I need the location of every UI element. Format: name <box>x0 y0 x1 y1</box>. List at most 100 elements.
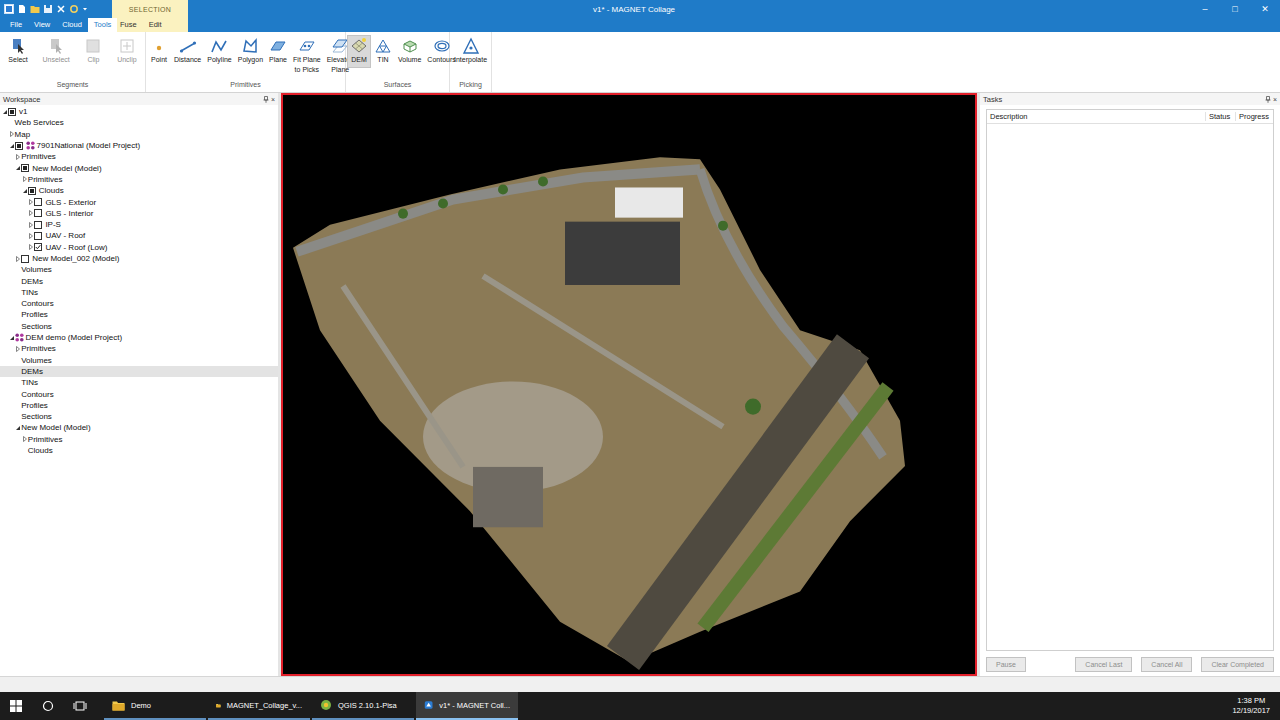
expand-arrow-icon[interactable] <box>22 176 28 182</box>
tree-item[interactable]: Primitives <box>0 434 278 445</box>
tree-item[interactable]: New Model (Model) <box>0 422 278 433</box>
tree-checkbox[interactable] <box>8 108 16 116</box>
search-button[interactable] <box>32 692 64 720</box>
tree-item[interactable]: DEMs <box>0 366 278 377</box>
taskbar-item[interactable]: Demo <box>104 692 206 720</box>
tree-checkbox[interactable] <box>21 255 29 263</box>
tree-item[interactable]: DEM demo (Model Project) <box>0 332 278 343</box>
ribbon-button[interactable]: Polyline <box>204 35 235 68</box>
tree-item[interactable]: Primitives <box>0 151 278 162</box>
ribbon-button[interactable]: Interpolate <box>451 35 490 68</box>
column-header[interactable]: Progress <box>1235 112 1273 121</box>
start-button[interactable] <box>0 692 32 720</box>
column-header[interactable]: Description <box>987 112 1205 121</box>
tree-checkbox[interactable] <box>34 198 42 206</box>
task-button[interactable]: Pause <box>986 657 1026 672</box>
3d-viewport[interactable] <box>281 93 977 676</box>
collapse-arrow-icon[interactable] <box>9 335 15 341</box>
taskbar-item[interactable]: QGIS 2.10.1-Pisa <box>312 692 414 720</box>
tree-item[interactable]: TINs <box>0 377 278 388</box>
window-control-button[interactable]: □ <box>1220 0 1250 18</box>
tree-item[interactable]: Clouds <box>0 185 278 196</box>
ribbon-button[interactable]: Contours <box>424 35 458 68</box>
tree-checkbox[interactable] <box>28 187 36 195</box>
ribbon-button[interactable]: Plane <box>266 35 290 68</box>
ribbon-button[interactable]: Point <box>147 35 171 68</box>
ribbon-button[interactable]: Clip <box>81 35 105 68</box>
ribbon-button[interactable]: TIN <box>371 35 395 68</box>
close-button[interactable]: × <box>1273 96 1277 103</box>
window-control-button[interactable]: – <box>1190 0 1220 18</box>
ribbon-button[interactable]: Polygon <box>235 35 266 68</box>
taskbar-item[interactable]: MAGNET_Collage_v... <box>208 692 310 720</box>
ribbon-button[interactable]: DEM <box>347 35 371 68</box>
ribbon-button[interactable]: Select <box>5 35 30 68</box>
tree-checkbox[interactable] <box>34 221 42 229</box>
point-cloud[interactable] <box>283 95 975 674</box>
tree-item[interactable]: Contours <box>0 388 278 399</box>
expand-arrow-icon[interactable] <box>15 346 21 352</box>
tree-checkbox[interactable] <box>34 209 42 217</box>
new-icon[interactable] <box>17 4 27 14</box>
tree-item[interactable]: Web Services <box>0 117 278 128</box>
settings-icon[interactable] <box>69 4 79 14</box>
tree-checkbox[interactable] <box>34 243 42 251</box>
tools-icon[interactable] <box>56 4 66 14</box>
column-header[interactable]: Status <box>1205 112 1235 121</box>
tree-item[interactable]: 7901National (Model Project) <box>0 140 278 151</box>
ribbon-button[interactable]: Fit Planeto Picks <box>290 35 324 77</box>
tree-item[interactable]: IP-S <box>0 219 278 230</box>
tree-checkbox[interactable] <box>34 232 42 240</box>
tree-item[interactable]: New Model_002 (Model) <box>0 253 278 264</box>
tree-item[interactable]: Primitives <box>0 343 278 354</box>
taskbar-item[interactable]: v1* - MAGNET Coll... <box>416 692 518 720</box>
tree-item[interactable]: Profiles <box>0 309 278 320</box>
open-icon[interactable] <box>30 4 40 14</box>
tree-item[interactable]: DEMs <box>0 275 278 286</box>
tree-item[interactable]: Map <box>0 129 278 140</box>
tree-item[interactable]: Profiles <box>0 400 278 411</box>
tree-item[interactable]: Sections <box>0 411 278 422</box>
tree-checkbox[interactable] <box>21 164 29 172</box>
tree-item[interactable]: Sections <box>0 321 278 332</box>
pin-icon[interactable] <box>263 96 269 103</box>
ribbon-button[interactable]: Unclip <box>114 35 139 68</box>
expand-arrow-icon[interactable] <box>22 436 28 442</box>
app-icon[interactable] <box>4 4 14 14</box>
tree-item[interactable]: Volumes <box>0 355 278 366</box>
task-button[interactable]: Cancel Last <box>1075 657 1132 672</box>
tree-item[interactable]: GLS - Interior <box>0 208 278 219</box>
window-control-button[interactable]: ✕ <box>1250 0 1280 18</box>
tree-item[interactable]: TINs <box>0 287 278 298</box>
tree-item[interactable]: Contours <box>0 298 278 309</box>
ribbon-tab[interactable]: View <box>28 18 56 32</box>
customize-icon[interactable] <box>82 4 88 14</box>
tree-item[interactable]: UAV - Roof <box>0 230 278 241</box>
task-button[interactable]: Cancel All <box>1141 657 1192 672</box>
tree-item[interactable]: v1 <box>0 106 278 117</box>
tree-item[interactable]: Clouds <box>0 445 278 456</box>
tree-checkbox[interactable] <box>15 142 23 150</box>
task-button[interactable]: Clear Completed <box>1201 657 1274 672</box>
ribbon-button[interactable]: Unselect <box>40 35 73 68</box>
task-view-button[interactable] <box>64 692 96 720</box>
ribbon-button[interactable]: Distance <box>171 35 204 68</box>
collapse-arrow-icon[interactable] <box>15 425 21 431</box>
ribbon-button[interactable]: Volume <box>395 35 424 68</box>
tree-item[interactable]: Primitives <box>0 174 278 185</box>
ribbon-tab[interactable]: Tools <box>88 18 118 32</box>
ribbon-tab[interactable]: Edit <box>143 18 168 32</box>
close-button[interactable]: × <box>271 96 275 103</box>
tree-item[interactable]: New Model (Model) <box>0 162 278 173</box>
ribbon-tab[interactable]: Fuse <box>114 18 143 32</box>
ribbon-tab[interactable]: File <box>4 18 28 32</box>
expand-arrow-icon[interactable] <box>9 131 15 137</box>
tree-item[interactable]: UAV - Roof (Low) <box>0 242 278 253</box>
tree-item[interactable]: GLS - Exterior <box>0 196 278 207</box>
save-icon[interactable] <box>43 4 53 14</box>
tree-item[interactable]: Volumes <box>0 264 278 275</box>
expand-arrow-icon[interactable] <box>15 154 21 160</box>
pin-icon[interactable] <box>1265 96 1271 103</box>
ribbon-tab[interactable]: Cloud <box>56 18 88 32</box>
clock[interactable]: 1:38 PM12/19/2017 <box>1222 692 1280 720</box>
